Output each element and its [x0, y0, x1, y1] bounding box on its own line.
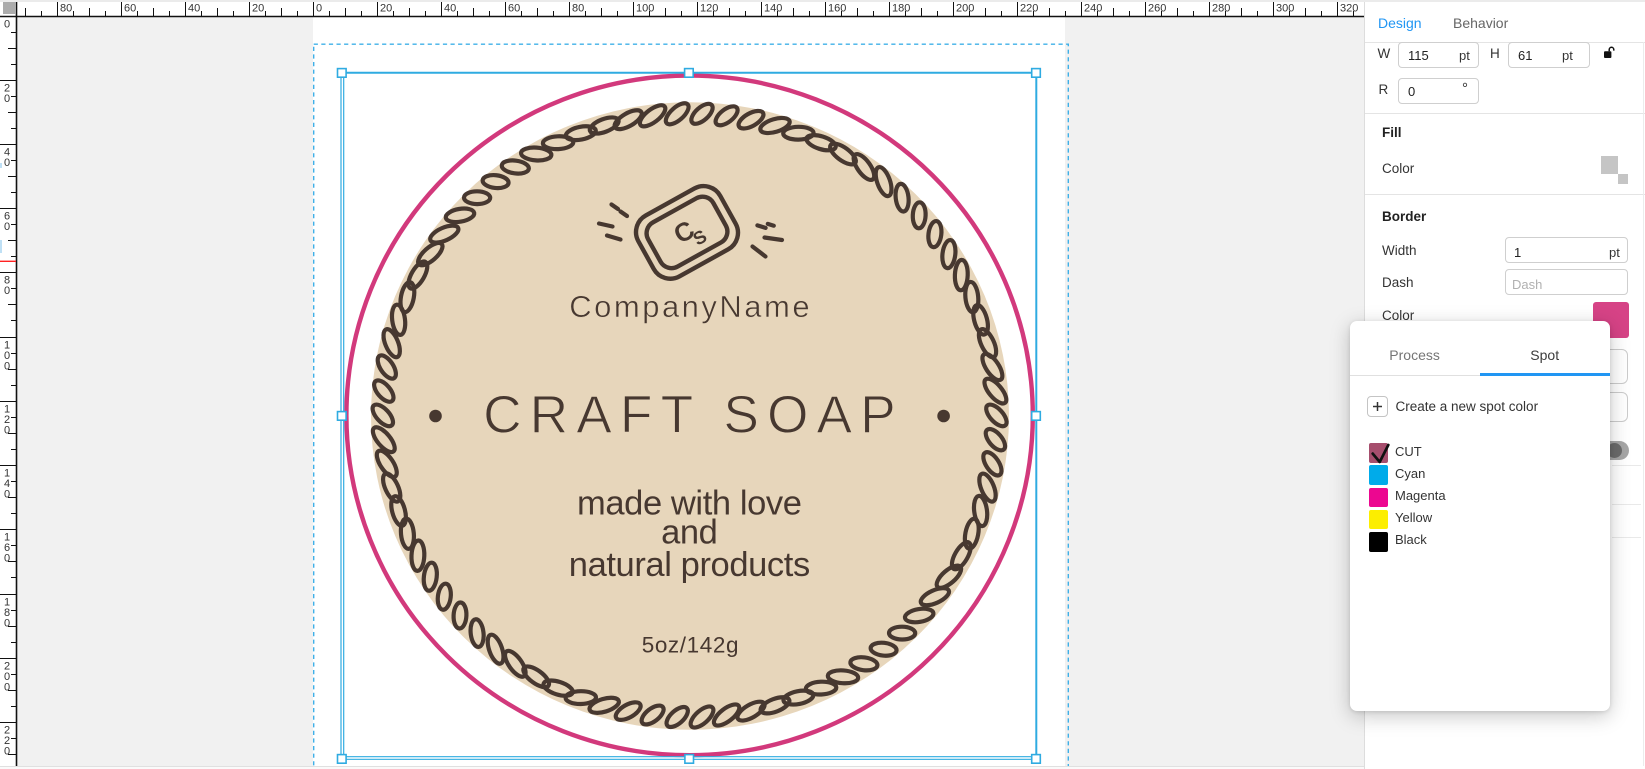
- svg-text:0: 0: [4, 93, 10, 105]
- svg-text:0: 0: [4, 425, 10, 437]
- svg-text:320: 320: [1340, 3, 1358, 15]
- svg-text:260: 260: [1148, 3, 1166, 15]
- svg-text:300: 300: [1276, 3, 1294, 15]
- svg-text:0: 0: [316, 3, 322, 15]
- svg-text:60: 60: [124, 3, 136, 15]
- svg-text:240: 240: [1084, 3, 1102, 15]
- svg-text:180: 180: [892, 3, 910, 15]
- svg-text:0: 0: [4, 157, 10, 169]
- svg-text:0: 0: [4, 682, 10, 694]
- svg-text:0: 0: [4, 285, 10, 297]
- svg-text:0: 0: [4, 746, 10, 758]
- svg-text:80: 80: [572, 3, 584, 15]
- svg-text:160: 160: [828, 3, 846, 15]
- svg-text:0: 0: [4, 489, 10, 501]
- svg-text:80: 80: [60, 3, 72, 15]
- svg-text:60: 60: [508, 3, 520, 15]
- svg-text:20: 20: [252, 3, 264, 15]
- svg-text:0: 0: [4, 361, 10, 373]
- svg-text:20: 20: [380, 3, 392, 15]
- svg-text:220: 220: [1020, 3, 1038, 15]
- svg-text:0: 0: [4, 618, 10, 630]
- svg-text:0: 0: [4, 221, 10, 233]
- svg-text:120: 120: [700, 3, 718, 15]
- svg-text:40: 40: [188, 3, 200, 15]
- svg-text:100: 100: [636, 3, 654, 15]
- svg-text:0: 0: [4, 19, 10, 31]
- svg-text:200: 200: [956, 3, 974, 15]
- svg-text:280: 280: [1212, 3, 1230, 15]
- svg-text:0: 0: [4, 553, 10, 565]
- svg-text:40: 40: [444, 3, 456, 15]
- svg-text:140: 140: [764, 3, 782, 15]
